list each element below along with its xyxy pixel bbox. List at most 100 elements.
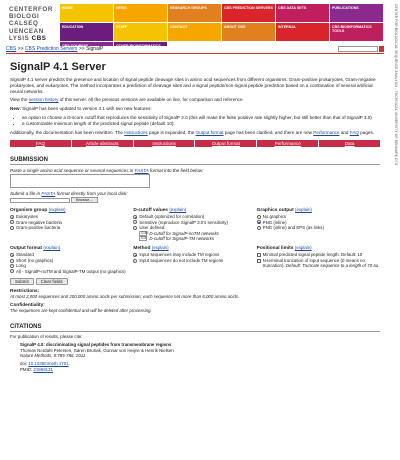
radio-button[interactable] bbox=[256, 215, 261, 220]
performance-link[interactable]: Performance bbox=[313, 130, 339, 135]
text: format directly from your local disk: bbox=[55, 191, 128, 197]
graphics-heading: Graphics output (explain) bbox=[257, 207, 380, 213]
version-history-link[interactable]: version history bbox=[29, 97, 59, 102]
submission-heading: SUBMISSION bbox=[10, 157, 380, 166]
explain-link[interactable]: (explain) bbox=[295, 245, 312, 250]
nav-item-research-groups[interactable]: Research Groups bbox=[168, 4, 222, 23]
documentation-tabs: FAQ Article abstracts Instructions Outpu… bbox=[10, 140, 380, 148]
breadcrumb-current: SignalP bbox=[86, 45, 104, 52]
file-path-field[interactable] bbox=[10, 197, 70, 203]
nav-item-cbs-prediction-servers[interactable]: CBS Prediction Servers bbox=[222, 4, 276, 23]
clear-fields-button[interactable]: Clear fields bbox=[35, 278, 68, 286]
explain-link[interactable]: (explain) bbox=[169, 207, 186, 212]
tab-article-abstracts[interactable]: Article abstracts bbox=[71, 140, 133, 148]
radio-button[interactable] bbox=[10, 225, 14, 230]
nav-item-staff[interactable]: Staff bbox=[114, 23, 168, 42]
citation-pmid: PMID: 21959131 bbox=[20, 367, 380, 372]
faq-link[interactable]: FAQ bbox=[350, 130, 359, 135]
nav-item-news[interactable]: News bbox=[114, 4, 168, 23]
nav-item-education[interactable]: Education bbox=[60, 23, 114, 42]
breadcrumb-separator: >> bbox=[16, 45, 25, 52]
text: Positional limits bbox=[256, 246, 294, 252]
restrictions-text: At most 2,000 sequences and 200,000 amin… bbox=[10, 294, 240, 300]
tab-instructions[interactable]: Instructions bbox=[133, 140, 195, 148]
cutoff-notm-input[interactable]: 0.45 bbox=[139, 230, 148, 236]
breadcrumb-separator: >> bbox=[77, 45, 87, 52]
new-features-intro: New: SignalP has been updated to version… bbox=[10, 106, 380, 112]
paste-instruction: Paste a single amino acid sequence or se… bbox=[10, 168, 380, 173]
tab-faq[interactable]: FAQ bbox=[10, 140, 71, 148]
text: SignalP has been updated to version 4.1 … bbox=[20, 106, 152, 112]
nav-item-contact[interactable]: Contact bbox=[168, 23, 222, 42]
fasta-link[interactable]: FASTA bbox=[135, 168, 149, 173]
explain-link[interactable]: (explain) bbox=[49, 207, 66, 212]
radio-button[interactable] bbox=[133, 253, 138, 258]
option-label: N-terminal truncation of input sequence … bbox=[263, 258, 380, 269]
radio-png-eps[interactable]: PNG (inline) and EPS (as links) bbox=[256, 225, 380, 231]
browse-button[interactable]: Browse... bbox=[71, 197, 98, 204]
text: page is expanded, the bbox=[147, 129, 196, 135]
cutoff-tm-input[interactable]: 0.5 bbox=[139, 236, 148, 241]
text: View the bbox=[10, 97, 29, 103]
sequence-input[interactable] bbox=[10, 174, 150, 189]
radio-button[interactable] bbox=[133, 225, 138, 230]
option-label: PNG (inline) and EPS (as links) bbox=[262, 225, 324, 231]
explain-link[interactable]: (explain) bbox=[152, 245, 169, 250]
explain-link[interactable]: (explain) bbox=[295, 207, 312, 212]
radio-button[interactable] bbox=[133, 215, 138, 220]
method-group: Method (explain) Input sequences may inc… bbox=[133, 245, 256, 274]
nav-item-publications[interactable]: Publications bbox=[330, 4, 384, 23]
text: and bbox=[339, 129, 350, 135]
radio-gram-positive[interactable]: Gram-positive bacteria bbox=[10, 225, 133, 230]
tab-output-format[interactable]: Output format bbox=[195, 140, 257, 148]
option-label: All - SignalP-noTM and SignalP-TM output… bbox=[16, 268, 126, 274]
text: Submit a file in bbox=[10, 191, 42, 197]
positional-heading: Positional limits (explain) bbox=[257, 245, 380, 251]
nav-item-about-cbs[interactable]: About CBS bbox=[222, 23, 276, 42]
pmid-link[interactable]: 21959131 bbox=[33, 367, 53, 372]
logo-text-line: LYSIS bbox=[9, 34, 30, 42]
output-format-link[interactable]: Output format bbox=[196, 130, 224, 135]
radio-button[interactable] bbox=[10, 269, 14, 274]
search-input[interactable] bbox=[338, 45, 378, 52]
citations-heading: CITATIONS bbox=[10, 324, 380, 332]
tab-data[interactable]: Data bbox=[319, 140, 380, 148]
radio-all[interactable]: All - SignalP-noTM and SignalP-TM output… bbox=[10, 269, 133, 274]
nav-item-home[interactable]: Home bbox=[60, 4, 114, 23]
radio-button[interactable] bbox=[256, 220, 261, 225]
radio-button[interactable] bbox=[133, 258, 138, 263]
explain-link[interactable]: (explain) bbox=[43, 245, 60, 250]
tab-performance[interactable]: Performance bbox=[257, 140, 319, 148]
doi-link[interactable]: 10.1038/nmeth.1701 bbox=[28, 361, 68, 366]
breadcrumb-link-cbs[interactable]: CBS bbox=[6, 46, 16, 52]
radio-button[interactable] bbox=[10, 215, 14, 220]
text: Paste a single amino acid sequence or se… bbox=[10, 168, 135, 174]
radio-button[interactable] bbox=[10, 263, 14, 268]
radio-button[interactable] bbox=[10, 220, 14, 225]
radio-button[interactable] bbox=[133, 220, 138, 225]
logo-text-line: BIOLOGI bbox=[9, 13, 40, 21]
nav-item-cbs-data-sets[interactable]: CBS Data Sets bbox=[276, 4, 330, 23]
nav-item-internal[interactable]: Internal bbox=[276, 23, 330, 42]
new-label: New: bbox=[10, 106, 21, 112]
text: Additionally, the documentation has been… bbox=[10, 129, 125, 135]
radio-button[interactable] bbox=[256, 225, 261, 230]
radio-button[interactable] bbox=[10, 253, 14, 258]
search-button[interactable] bbox=[379, 45, 384, 52]
text: format into the field below: bbox=[148, 168, 204, 174]
fasta-link[interactable]: FASTA bbox=[41, 191, 55, 196]
page-title: SignalP 4.1 Server bbox=[10, 61, 106, 73]
radio-button[interactable] bbox=[10, 258, 14, 263]
radio-tm-excluded[interactable]: Input sequences do not include TM region… bbox=[133, 258, 256, 263]
text: Organism group bbox=[10, 208, 48, 214]
logo-text-line: UENCEAN bbox=[9, 27, 44, 35]
nterm-truncation-input[interactable] bbox=[256, 258, 261, 263]
min-length-input[interactable] bbox=[256, 253, 261, 258]
instructions-link[interactable]: Instructions bbox=[124, 130, 148, 135]
cbs-logo[interactable]: CENTERFOR BIOLOGI CALSEQ UENCEAN LYSIS C… bbox=[6, 4, 60, 42]
breadcrumb-link-prediction-servers[interactable]: CBS Prediction Servers bbox=[25, 46, 78, 52]
submit-button[interactable]: Submit bbox=[10, 278, 34, 286]
site-header: CENTERFOR BIOLOGI CALSEQ UENCEAN LYSIS C… bbox=[6, 4, 384, 47]
nav-item-other-bioinformatics-links[interactable]: Other Bioinformatics Links bbox=[114, 42, 168, 47]
nav-item-cbs-bioinformatics-tools[interactable]: CBS Bioinformatics Tools bbox=[330, 23, 384, 42]
